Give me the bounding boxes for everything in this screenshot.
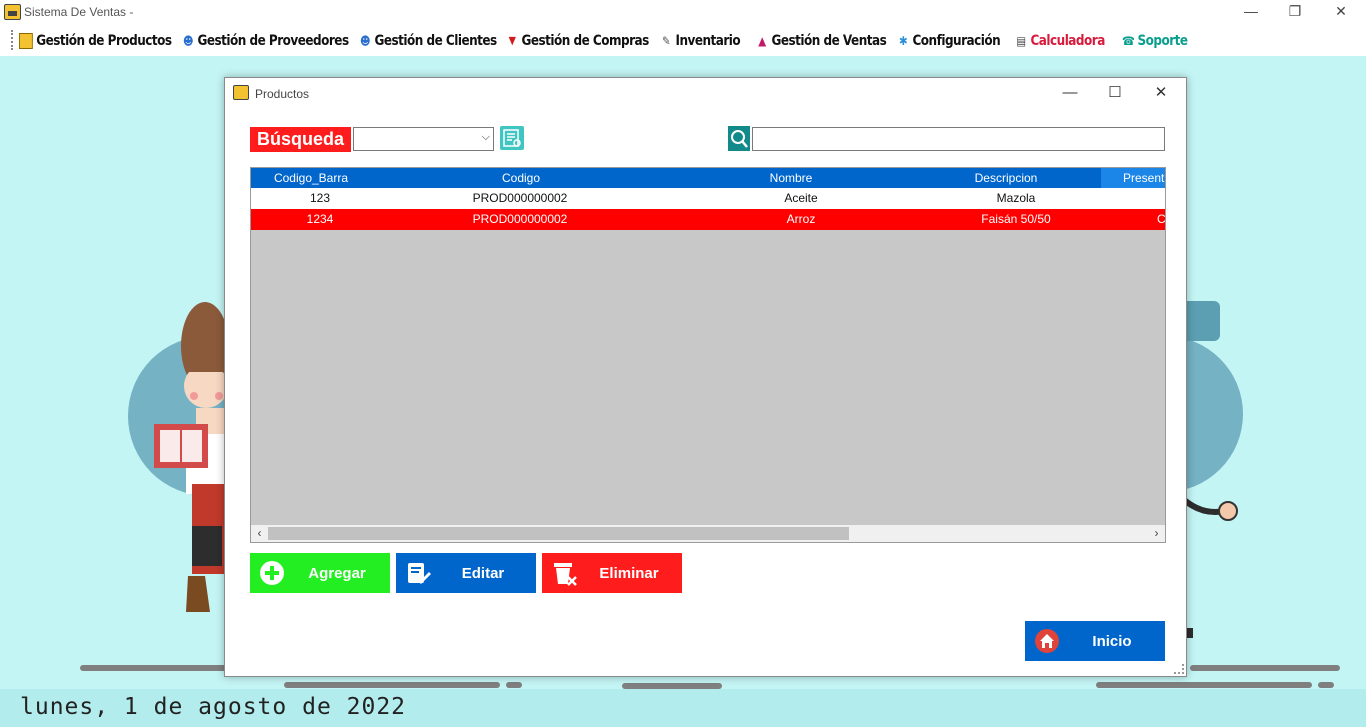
search-field-combo[interactable]: ⌵ <box>353 127 494 151</box>
dialog-close-button[interactable]: ✕ <box>1141 80 1181 106</box>
scroll-left-arrow-icon[interactable]: ‹ <box>251 525 268 542</box>
menu-inventario-label: Inventario <box>675 33 741 49</box>
calculator-icon: ▤ <box>1016 34 1026 48</box>
report-list-button[interactable] <box>500 126 524 150</box>
cell-present <box>1157 188 1165 209</box>
sales-chart-icon: ▲ <box>758 34 766 48</box>
menu-proveedores-label: Gestión de Proveedores <box>197 33 349 49</box>
search-button[interactable] <box>728 126 750 151</box>
cart-icon: ▼ <box>508 34 516 47</box>
menu-ventas[interactable]: ▲ Gestión de Ventas <box>756 30 886 52</box>
status-date: lunes, 1 de agosto de 2022 <box>20 694 407 720</box>
column-header-descripcion[interactable]: Descripcion <box>911 168 1101 188</box>
menu-bar: Gestión de Productos ☻ Gestión de Provee… <box>0 24 1366 56</box>
chevron-down-icon: ⌵ <box>481 131 490 143</box>
cell-nombre: Aceite <box>784 191 818 205</box>
menu-configuracion[interactable]: ✱ Configuración <box>897 30 1001 52</box>
products-grid[interactable]: Codigo_Barra Codigo Nombre Descripcion P… <box>250 167 1166 543</box>
edit-button[interactable]: Editar <box>396 553 536 593</box>
supplier-icon: ☻ <box>182 34 194 48</box>
inventory-icon: ✎ <box>661 34 671 48</box>
cell-descripcion: Mazola <box>996 191 1036 205</box>
cell-codigo-barra: 1234 <box>306 212 334 226</box>
delete-button[interactable]: Eliminar <box>542 553 682 593</box>
menu-configuracion-label: Configuración <box>912 33 1001 49</box>
column-header-present[interactable]: Present <box>1101 168 1165 188</box>
menu-ventas-label: Gestión de Ventas <box>771 33 887 49</box>
cell-codigo-barra: 123 <box>309 191 331 205</box>
search-label: Búsqueda <box>250 127 351 152</box>
main-title-bar: Sistema De Ventas - — ❐ ✕ <box>0 0 1366 24</box>
search-input[interactable] <box>752 127 1165 151</box>
status-bar: lunes, 1 de agosto de 2022 <box>0 689 1366 727</box>
scrollbar-thumb[interactable] <box>268 527 849 540</box>
phone-icon: ☎ <box>1122 34 1135 48</box>
menu-productos-label: Gestión de Productos <box>36 33 172 49</box>
scroll-right-arrow-icon[interactable]: › <box>1148 525 1165 542</box>
cell-descripcion: Faisán 50/50 <box>981 212 1051 226</box>
horizontal-scrollbar[interactable]: ‹ › <box>251 525 1165 542</box>
client-icon: ☻ <box>359 34 371 48</box>
menu-clientes[interactable]: ☻ Gestión de Clientes <box>359 30 497 52</box>
productos-dialog: Productos — ☐ ✕ Búsqueda ⌵ Codigo_Barra … <box>224 77 1187 677</box>
cell-codigo: PROD000000002 <box>472 212 568 226</box>
cell-present: C <box>1157 212 1166 226</box>
menu-clientes-label: Gestión de Clientes <box>374 33 497 49</box>
dialog-title: Productos <box>255 87 310 101</box>
cell-nombre: Arroz <box>786 212 816 226</box>
add-button-label: Agregar <box>308 564 366 582</box>
menu-compras-label: Gestión de Compras <box>521 33 649 49</box>
menu-calculadora-label: Calculadora <box>1030 33 1105 49</box>
home-button-label: Inicio <box>1092 632 1132 650</box>
dialog-minimize-button[interactable]: — <box>1050 80 1090 106</box>
menu-inventario[interactable]: ✎ Inventario <box>660 30 741 52</box>
grid-header: Codigo_Barra Codigo Nombre Descripcion P… <box>251 168 1165 188</box>
menu-soporte-label: Soporte <box>1137 33 1188 49</box>
table-row-selected[interactable]: 1234 PROD000000002 Arroz Faisán 50/50 C <box>251 209 1165 230</box>
column-header-codigo[interactable]: Codigo <box>371 168 671 188</box>
report-list-icon <box>503 129 521 147</box>
column-header-nombre[interactable]: Nombre <box>671 168 911 188</box>
restore-button[interactable]: ❐ <box>1272 0 1318 24</box>
column-header-codigo-barra[interactable]: Codigo_Barra <box>251 168 371 188</box>
toolbar-grip <box>11 30 15 50</box>
menu-soporte[interactable]: ☎ Soporte <box>1122 30 1188 52</box>
menu-calculadora[interactable]: ▤ Calculadora <box>1015 30 1105 52</box>
settings-icon: ✱ <box>898 34 908 48</box>
edit-button-label: Editar <box>461 564 505 582</box>
app-title: Sistema De Ventas - <box>24 5 134 19</box>
dialog-maximize-button[interactable]: ☐ <box>1095 80 1135 106</box>
home-button[interactable]: Inicio <box>1025 621 1165 661</box>
resize-grip[interactable] <box>1174 664 1184 674</box>
menu-compras[interactable]: ▼ Gestión de Compras <box>506 30 650 52</box>
close-button[interactable]: ✕ <box>1318 0 1364 24</box>
menu-productos[interactable]: Gestión de Productos <box>19 30 172 52</box>
minimize-button[interactable]: — <box>1228 0 1274 24</box>
dialog-register-icon <box>233 85 249 100</box>
table-row[interactable]: 123 PROD000000002 Aceite Mazola <box>251 188 1165 209</box>
app-register-icon <box>4 4 21 20</box>
menu-proveedores[interactable]: ☻ Gestión de Proveedores <box>182 30 349 52</box>
cell-codigo: PROD000000002 <box>472 191 568 205</box>
delete-button-label: Eliminar <box>599 564 659 582</box>
search-icon <box>731 130 748 148</box>
add-button[interactable]: Agregar <box>250 553 390 593</box>
box-icon <box>19 33 33 49</box>
